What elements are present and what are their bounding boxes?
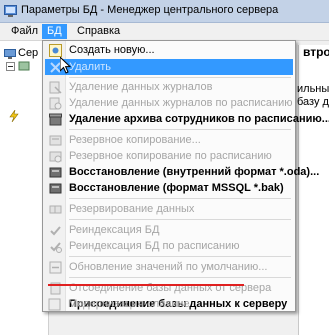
backup-icon: [49, 135, 62, 146]
menu-separator: [69, 256, 291, 257]
menu-item-label: Реиндексация БД: [69, 224, 160, 236]
menu-item-update-defaults[interactable]: Обновление значений по умолчанию...: [45, 259, 293, 275]
menu-item-modernize-merge[interactable]: Модернизация-слияние: [44, 296, 292, 312]
menu-item-label: Резервное копирование по расписанию: [69, 150, 272, 162]
menu-separator: [69, 219, 291, 220]
menu-item-label: Восстановление (внутренний формат *.oda)…: [69, 166, 320, 178]
menu-item-label: Удалить: [69, 61, 111, 73]
merge-icon: [48, 298, 61, 311]
menu-item-restore-mssql[interactable]: Восстановление (формат MSSQL *.bak): [45, 180, 293, 196]
menu-item-detach[interactable]: Отсоединение базы данных от сервера: [45, 280, 293, 296]
menu-item-delete[interactable]: Удалить: [45, 59, 293, 75]
title-bar: Параметры БД - Менеджер центрального сер…: [0, 0, 329, 23]
menu-item-label: Создать новую...: [69, 44, 155, 56]
menu-item-label: Восстановление (формат MSSQL *.bak): [69, 182, 284, 194]
menu-file[interactable]: Файл: [6, 24, 43, 39]
new-database-icon: [49, 44, 62, 57]
menu-item-backup-schedule[interactable]: Резервное копирование по расписанию: [45, 148, 293, 164]
menu-item-reserve-data[interactable]: Резервирование данных: [45, 201, 293, 217]
menu-item-label: Модернизация-слияние: [68, 298, 190, 310]
mouse-cursor-icon: [60, 57, 72, 74]
menu-bar: Файл БД Справка: [0, 23, 329, 41]
menu-item-reindex[interactable]: Реиндексация БД: [45, 222, 293, 238]
reserve-data-icon: [49, 205, 62, 214]
archive-delete-icon: [49, 113, 62, 126]
lightning-icon: [9, 110, 19, 122]
server-icon: [4, 49, 16, 59]
menu-item-label: Удаление данных журналов: [69, 81, 213, 93]
right-panel-line1: ильные: [297, 83, 329, 95]
menu-item-reindex-schedule[interactable]: Реиндексация БД по расписанию: [45, 238, 293, 254]
menu-item-label: Удаление данных журналов по расписанию: [69, 97, 293, 109]
menu-item-label: Реиндексация БД по расписанию: [69, 240, 240, 252]
app-icon: [4, 5, 17, 17]
tree-expander-icon[interactable]: [5, 61, 17, 73]
scheduled-backup-icon: [49, 151, 62, 163]
menu-item-delete-archive-schedule[interactable]: Удаление архива сотрудников по расписани…: [45, 111, 329, 127]
database-node-icon[interactable]: [18, 60, 30, 72]
menu-item-label: Резервирование данных: [69, 203, 195, 215]
right-panel-line2: базу да: [297, 96, 329, 108]
scheduled-reindex-icon: [50, 242, 62, 253]
right-panel-heading: втров: [303, 45, 329, 59]
reindex-icon: [50, 226, 61, 236]
restore-mssql-icon: [49, 183, 62, 194]
menu-db[interactable]: БД: [42, 24, 67, 39]
tree-root-label[interactable]: Сер: [18, 47, 38, 59]
menu-item-label: Удаление архива сотрудников по расписани…: [69, 113, 329, 125]
window-title: Параметры БД - Менеджер центрального сер…: [21, 4, 279, 16]
menu-separator: [69, 129, 291, 130]
menu-separator: [69, 77, 291, 78]
db-dropdown-menu: Создать новую... Удалить Удаление данных…: [42, 40, 329, 312]
menu-help[interactable]: Справка: [72, 24, 125, 39]
scheduled-delete-icon: [49, 97, 62, 110]
menu-item-label: Резервное копирование...: [69, 134, 201, 146]
update-defaults-icon: [49, 261, 62, 274]
menu-item-delete-logs-schedule[interactable]: Удаление данных журналов по расписанию: [45, 95, 293, 111]
menu-item-create-new[interactable]: Создать новую...: [45, 42, 293, 58]
restore-icon: [49, 167, 62, 178]
annotation-underline: [48, 284, 244, 286]
menu-item-backup[interactable]: Резервное копирование...: [45, 132, 293, 148]
menu-separator: [69, 277, 291, 278]
delete-logs-icon: [49, 81, 62, 94]
menu-item-delete-logs[interactable]: Удаление данных журналов: [45, 79, 293, 95]
menu-item-restore-internal[interactable]: Восстановление (внутренний формат *.oda)…: [45, 164, 319, 180]
menu-separator: [69, 198, 291, 199]
right-panel: втров ильные базу да: [297, 45, 329, 335]
menu-item-label: Обновление значений по умолчанию...: [69, 261, 268, 273]
